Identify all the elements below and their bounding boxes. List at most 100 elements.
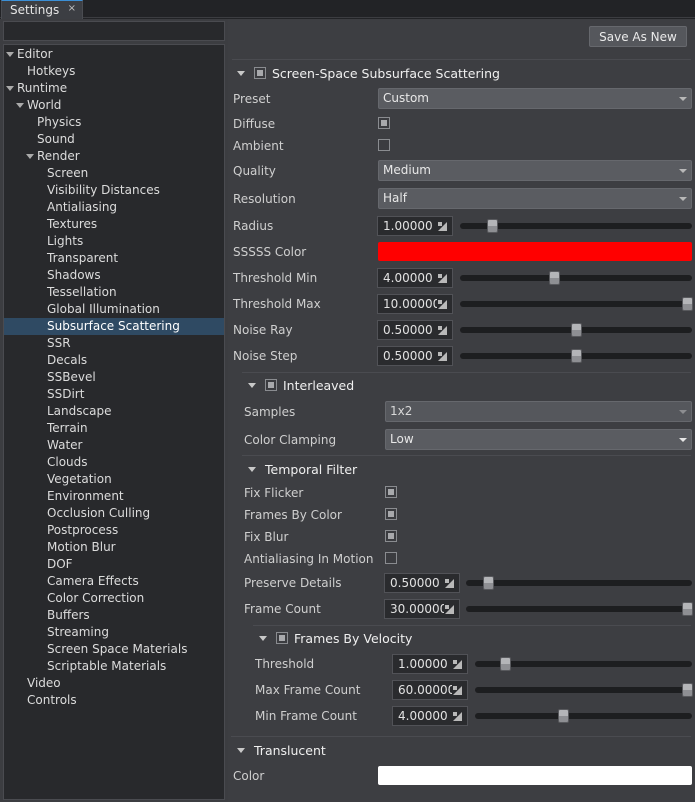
drag-handle-icon[interactable]: [438, 222, 447, 231]
slider-thumb[interactable]: [571, 323, 582, 337]
max-frame-count-slider[interactable]: [475, 680, 693, 700]
close-icon[interactable]: ×: [68, 3, 76, 14]
drag-handle-icon[interactable]: [438, 326, 447, 335]
tree-item[interactable]: DOF: [4, 556, 224, 573]
threshold-max-slider[interactable]: [460, 294, 693, 314]
slider-thumb[interactable]: [571, 349, 582, 363]
tree-item[interactable]: Subsurface Scattering: [4, 318, 224, 335]
frame-count-field[interactable]: 30.00000: [384, 599, 460, 619]
tree-item[interactable]: SSR: [4, 335, 224, 352]
tree-item[interactable]: Color Correction: [4, 590, 224, 607]
tree-item[interactable]: Landscape: [4, 403, 224, 420]
slider-thumb[interactable]: [548, 271, 560, 285]
drag-handle-icon[interactable]: [453, 686, 462, 695]
tree-item[interactable]: Controls: [4, 692, 224, 709]
translucent-color-swatch[interactable]: [378, 766, 692, 785]
tree-item[interactable]: Runtime: [4, 80, 224, 97]
tree-item[interactable]: Screen Space Materials: [4, 641, 224, 658]
radius-slider[interactable]: [460, 216, 692, 236]
tree-item[interactable]: SSDirt: [4, 386, 224, 403]
tree-item[interactable]: Sound: [4, 131, 224, 148]
tree-item[interactable]: Camera Effects: [4, 573, 224, 590]
tree-item[interactable]: Global Illumination: [4, 301, 224, 318]
tree-item[interactable]: Terrain: [4, 420, 224, 437]
drag-handle-icon[interactable]: [438, 352, 447, 361]
tree-item[interactable]: Hotkeys: [4, 63, 224, 80]
slider-thumb[interactable]: [682, 602, 693, 616]
tree-item[interactable]: Shadows: [4, 267, 224, 284]
slider-thumb[interactable]: [486, 219, 498, 233]
threshold-max-field[interactable]: 10.00000: [377, 294, 453, 314]
collapse-arrow-icon[interactable]: [248, 466, 256, 472]
threshold-min-field[interactable]: 4.00000: [377, 268, 453, 288]
expand-arrow-icon[interactable]: [26, 154, 34, 159]
tree-item[interactable]: Antialiasing: [4, 199, 224, 216]
slider-thumb[interactable]: [483, 576, 495, 590]
tree-item[interactable]: Textures: [4, 216, 224, 233]
tree-item[interactable]: Occlusion Culling: [4, 505, 224, 522]
tree-item[interactable]: Video: [4, 675, 224, 692]
frame-count-slider[interactable]: [466, 599, 693, 619]
tree-item[interactable]: Visibility Distances: [4, 182, 224, 199]
radius-field[interactable]: 1.00000: [377, 216, 453, 236]
noise-ray-slider[interactable]: [460, 320, 692, 340]
drag-handle-icon[interactable]: [453, 712, 462, 721]
tree-item[interactable]: Transparent: [4, 250, 224, 267]
max-frame-count-field[interactable]: 60.00000: [392, 680, 468, 700]
quality-dropdown[interactable]: Medium: [378, 160, 692, 181]
collapse-arrow-icon[interactable]: [248, 382, 256, 388]
tree-item[interactable]: Water: [4, 437, 224, 454]
threshold-field[interactable]: 1.00000: [392, 654, 468, 674]
velocity-enabled-checkbox[interactable]: [276, 632, 288, 644]
tree-item[interactable]: Streaming: [4, 624, 224, 641]
drag-handle-icon[interactable]: [453, 660, 462, 669]
tree-item[interactable]: Lights: [4, 233, 224, 250]
preset-dropdown[interactable]: Custom: [378, 88, 692, 109]
sssss-color-swatch[interactable]: [378, 242, 692, 261]
tree-item[interactable]: Render: [4, 148, 224, 165]
drag-handle-icon[interactable]: [438, 300, 447, 309]
tree-item[interactable]: Screen: [4, 165, 224, 182]
expand-arrow-icon[interactable]: [16, 103, 24, 108]
tree-item[interactable]: World: [4, 97, 224, 114]
min-frame-count-slider[interactable]: [475, 706, 692, 726]
collapse-arrow-icon[interactable]: [237, 70, 245, 76]
expand-arrow-icon[interactable]: [6, 52, 14, 57]
drag-handle-icon[interactable]: [445, 605, 454, 614]
preserve-details-field[interactable]: 0.50000: [384, 573, 460, 593]
diffuse-checkbox[interactable]: [378, 117, 390, 129]
aa-in-motion-checkbox[interactable]: [385, 552, 397, 564]
slider-thumb[interactable]: [557, 709, 569, 723]
expand-arrow-icon[interactable]: [6, 86, 14, 91]
min-frame-count-field[interactable]: 4.00000: [392, 706, 468, 726]
resolution-dropdown[interactable]: Half: [378, 188, 692, 209]
drag-handle-icon[interactable]: [445, 579, 454, 588]
tree-item[interactable]: Environment: [4, 488, 224, 505]
noise-ray-field[interactable]: 0.50000: [377, 320, 453, 340]
tree-item[interactable]: Postprocess: [4, 522, 224, 539]
frames-by-color-checkbox[interactable]: [385, 508, 397, 520]
fix-blur-checkbox[interactable]: [385, 530, 397, 542]
tree-item[interactable]: Tessellation: [4, 284, 224, 301]
preserve-details-slider[interactable]: [466, 573, 692, 593]
tree-item[interactable]: Clouds: [4, 454, 224, 471]
tree-item[interactable]: Editor: [4, 46, 224, 63]
collapse-arrow-icon[interactable]: [237, 747, 245, 753]
tab-settings[interactable]: Settings ×: [1, 0, 83, 19]
search-input[interactable]: [3, 21, 225, 41]
tree-item[interactable]: Decals: [4, 352, 224, 369]
samples-dropdown[interactable]: 1x2: [385, 401, 692, 422]
save-as-new-button[interactable]: Save As New: [589, 26, 687, 47]
tree-item[interactable]: Buffers: [4, 607, 224, 624]
noise-step-slider[interactable]: [460, 346, 692, 366]
noise-step-field[interactable]: 0.50000: [377, 346, 453, 366]
color-clamping-dropdown[interactable]: Low: [385, 429, 692, 450]
drag-handle-icon[interactable]: [438, 274, 447, 283]
threshold-slider[interactable]: [475, 654, 692, 674]
interleaved-enabled-checkbox[interactable]: [265, 379, 277, 391]
tree-item[interactable]: SSBevel: [4, 369, 224, 386]
threshold-min-slider[interactable]: [460, 268, 692, 288]
slider-thumb[interactable]: [682, 683, 693, 697]
collapse-arrow-icon[interactable]: [259, 635, 267, 641]
tree-item[interactable]: Scriptable Materials: [4, 658, 224, 675]
